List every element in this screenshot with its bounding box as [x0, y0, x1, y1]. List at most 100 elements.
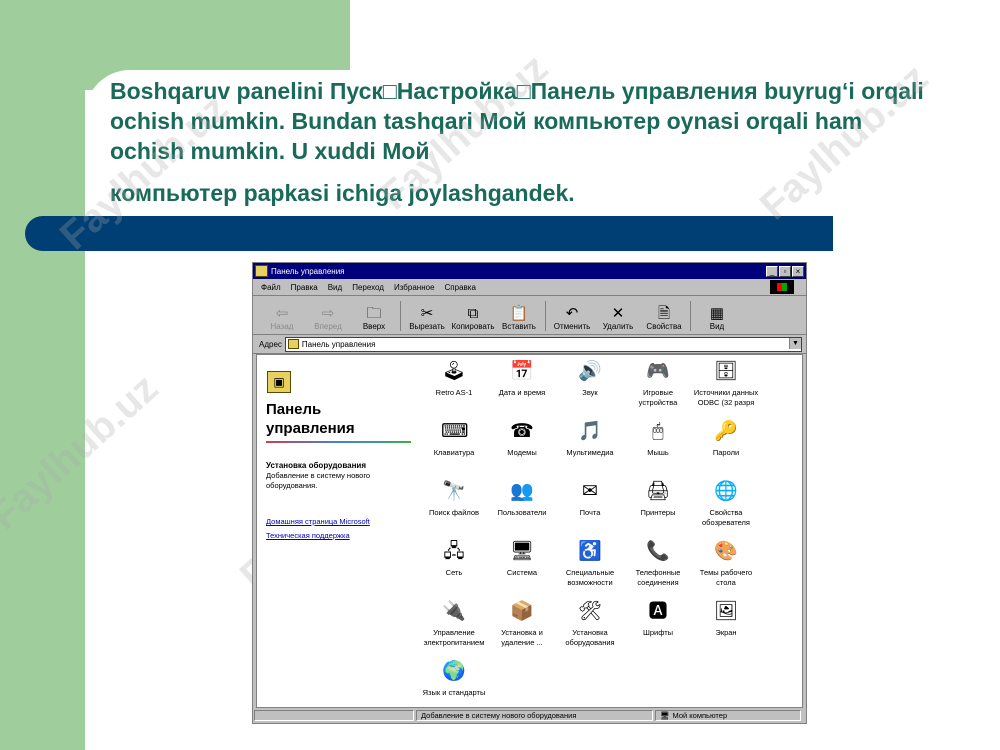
slide-heading: Boshqaruv panelini Пуск□Настройка□Панель… [110, 76, 940, 208]
applet-label: Система [506, 568, 538, 577]
control-panel-applet[interactable]: 🔌 Управление электропитанием [419, 599, 489, 648]
power-icon: 🔌 [442, 601, 466, 622]
control-panel-applet[interactable]: 📞 Телефонные соединения [623, 539, 693, 588]
toolbar-label: Вперед [314, 322, 342, 331]
control-panel-applet[interactable]: 🖧 Сеть [419, 539, 489, 578]
control-panel-applet[interactable]: 🖥 Система [487, 539, 557, 578]
menu-edit[interactable]: Правка [291, 283, 318, 292]
applet-label: Мультимедиа [566, 448, 614, 457]
maximize-button[interactable]: ▫ [779, 265, 791, 277]
slide: Boshqaruv panelini Пуск□Настройка□Панель… [0, 0, 1000, 750]
control-panel-applet[interactable]: 📅 Дата и время [487, 359, 557, 398]
chevron-down-icon[interactable]: ▼ [789, 337, 801, 349]
homepage-link[interactable]: Домашняя страница Microsoft [266, 517, 370, 526]
applet-label: Модемы [507, 448, 537, 457]
applet-label: Управление электропитанием [423, 628, 485, 647]
scissors-icon: ✂ [420, 305, 434, 322]
control-panel-applet[interactable]: ♿ Специальные возможности [555, 539, 625, 588]
toolbar-button-6[interactable]: ↶ Отменить [549, 298, 595, 334]
accessibility-icon: ♿ [578, 541, 602, 562]
control-panel-applet[interactable]: 🕹 Retro AS-1 [419, 359, 489, 398]
control-panel-applet[interactable]: 🗄 Источники данных ODBC (32 разря [691, 359, 761, 408]
control-panel-applet[interactable]: 🛠 Установка оборудования [555, 599, 625, 648]
toolbar-button-8[interactable]: 🗎 Свойства [641, 298, 687, 334]
control-panel-applet[interactable]: 🖱 Мышь [623, 419, 693, 458]
toolbar-button-1[interactable]: ⇨ Вперед [305, 298, 351, 334]
left-info-pane: ▣ Панель управления Установка оборудован… [257, 355, 417, 707]
printer-icon: 🖨 [645, 481, 671, 502]
control-panel-applet[interactable]: 🖨 Принтеры [623, 479, 693, 518]
control-panel-applet[interactable]: 🔭 Поиск файлов [419, 479, 489, 518]
toolbar-button-3[interactable]: ✂ Вырезать [404, 298, 450, 334]
toolbar-button-9[interactable]: ▦ Вид [694, 298, 740, 334]
toolbar-button-2[interactable]: 🗀 Вверх [351, 298, 397, 334]
toolbar-separator [545, 301, 546, 331]
control-panel-applet[interactable]: 🎮 Игровые устройства [623, 359, 693, 408]
minimize-button[interactable]: _ [766, 265, 778, 277]
menu-bar: Файл Правка Вид Переход Избранное Справк… [253, 279, 806, 296]
applet-label: Пользователи [497, 508, 547, 517]
menu-go[interactable]: Переход [352, 283, 384, 292]
toolbar-label: Копировать [451, 322, 495, 331]
applet-label: Игровые устройства [638, 388, 678, 407]
toolbar-button-0[interactable]: ⇦ Назад [259, 298, 305, 334]
applet-label: Установка оборудования [565, 628, 615, 647]
control-panel-applet[interactable]: ✉ Почта [555, 479, 625, 518]
heading-text-last-line: компьютер papkasi ichiga joylashgandek. [110, 180, 575, 206]
control-panel-applet[interactable]: 🌐 Свойства обозревателя [691, 479, 761, 528]
toolbar-label: Вырезать [409, 322, 445, 331]
control-panel-applet[interactable]: ⌨ Клавиатура [419, 419, 489, 458]
control-panel-applet[interactable]: 📦 Установка и удаление ... [487, 599, 557, 648]
control-panel-applet[interactable]: 🎨 Темы рабочего стола [691, 539, 761, 588]
toolbar-button-5[interactable]: 📋 Вставить [496, 298, 542, 334]
control-panel-applet[interactable]: 🔑 Пароли [691, 419, 761, 458]
applet-label: Мышь [647, 448, 669, 457]
control-panel-applet[interactable]: ☎ Модемы [487, 419, 557, 458]
toolbar-button-4[interactable]: ⧉ Копировать [450, 298, 496, 334]
address-input[interactable]: Панель управления ▼ [284, 336, 802, 352]
toolbar-label: Вставить [502, 322, 536, 331]
menu-file[interactable]: Файл [261, 283, 281, 292]
toolbar-label: Отменить [553, 322, 591, 331]
telephony-icon: 📞 [646, 541, 670, 562]
applet-label: Звук [582, 388, 598, 397]
applet-label: Сеть [445, 568, 463, 577]
applet-label: Темы рабочего стола [699, 568, 753, 587]
control-panel-applet[interactable]: 🔊 Звук [555, 359, 625, 398]
toolbar-label: Назад [270, 322, 294, 331]
applet-label: Специальные возможности [565, 568, 615, 587]
close-button[interactable]: × [792, 265, 804, 277]
menu-favorites[interactable]: Избранное [394, 283, 435, 292]
install-icon: 📦 [510, 601, 534, 622]
title-bar[interactable]: Панель управления _ ▫ × [253, 263, 806, 279]
applet-label: Язык и стандарты [422, 688, 486, 697]
arrow-left-icon: ⇦ [275, 305, 289, 322]
copy-icon: ⧉ [467, 305, 479, 322]
control-panel-icon: ▣ [267, 371, 291, 393]
control-panel-applet[interactable]: 🅰 Шрифты [623, 599, 693, 638]
modem-icon: ☎ [510, 421, 534, 442]
toolbar-separator [690, 301, 691, 331]
status-location-text: Мой компьютер [672, 711, 728, 720]
green-accent-left [0, 0, 85, 750]
address-value: Панель управления [301, 339, 376, 349]
address-bar: Адрес Панель управления ▼ [253, 335, 806, 354]
menu-view[interactable]: Вид [328, 283, 342, 292]
status-location: 🖥 Мой компьютер [655, 710, 801, 721]
pane-divider [266, 441, 411, 443]
globe-icon: 🌐 [714, 481, 738, 502]
toolbar-button-7[interactable]: ✕ Удалить [595, 298, 641, 334]
hardware-icon: 🛠 [577, 601, 603, 622]
calendar-clock-icon: 📅 [510, 361, 534, 382]
control-panel-applet[interactable]: 🎵 Мультимедиа [555, 419, 625, 458]
applet-label: Пароли [712, 448, 740, 457]
support-link[interactable]: Техническая поддержка [266, 531, 350, 540]
control-panel-applet[interactable]: 🖼 Экран [691, 599, 761, 638]
menu-help[interactable]: Справка [445, 283, 476, 292]
control-panel-applet[interactable]: 👥 Пользователи [487, 479, 557, 518]
keyboard-icon: ⌨ [441, 421, 469, 442]
applet-label: Клавиатура [433, 448, 475, 457]
control-panel-applet[interactable]: 🌍 Язык и стандарты [419, 659, 489, 698]
network-icon: 🖧 [443, 541, 465, 562]
applet-label: Экран [715, 628, 737, 637]
